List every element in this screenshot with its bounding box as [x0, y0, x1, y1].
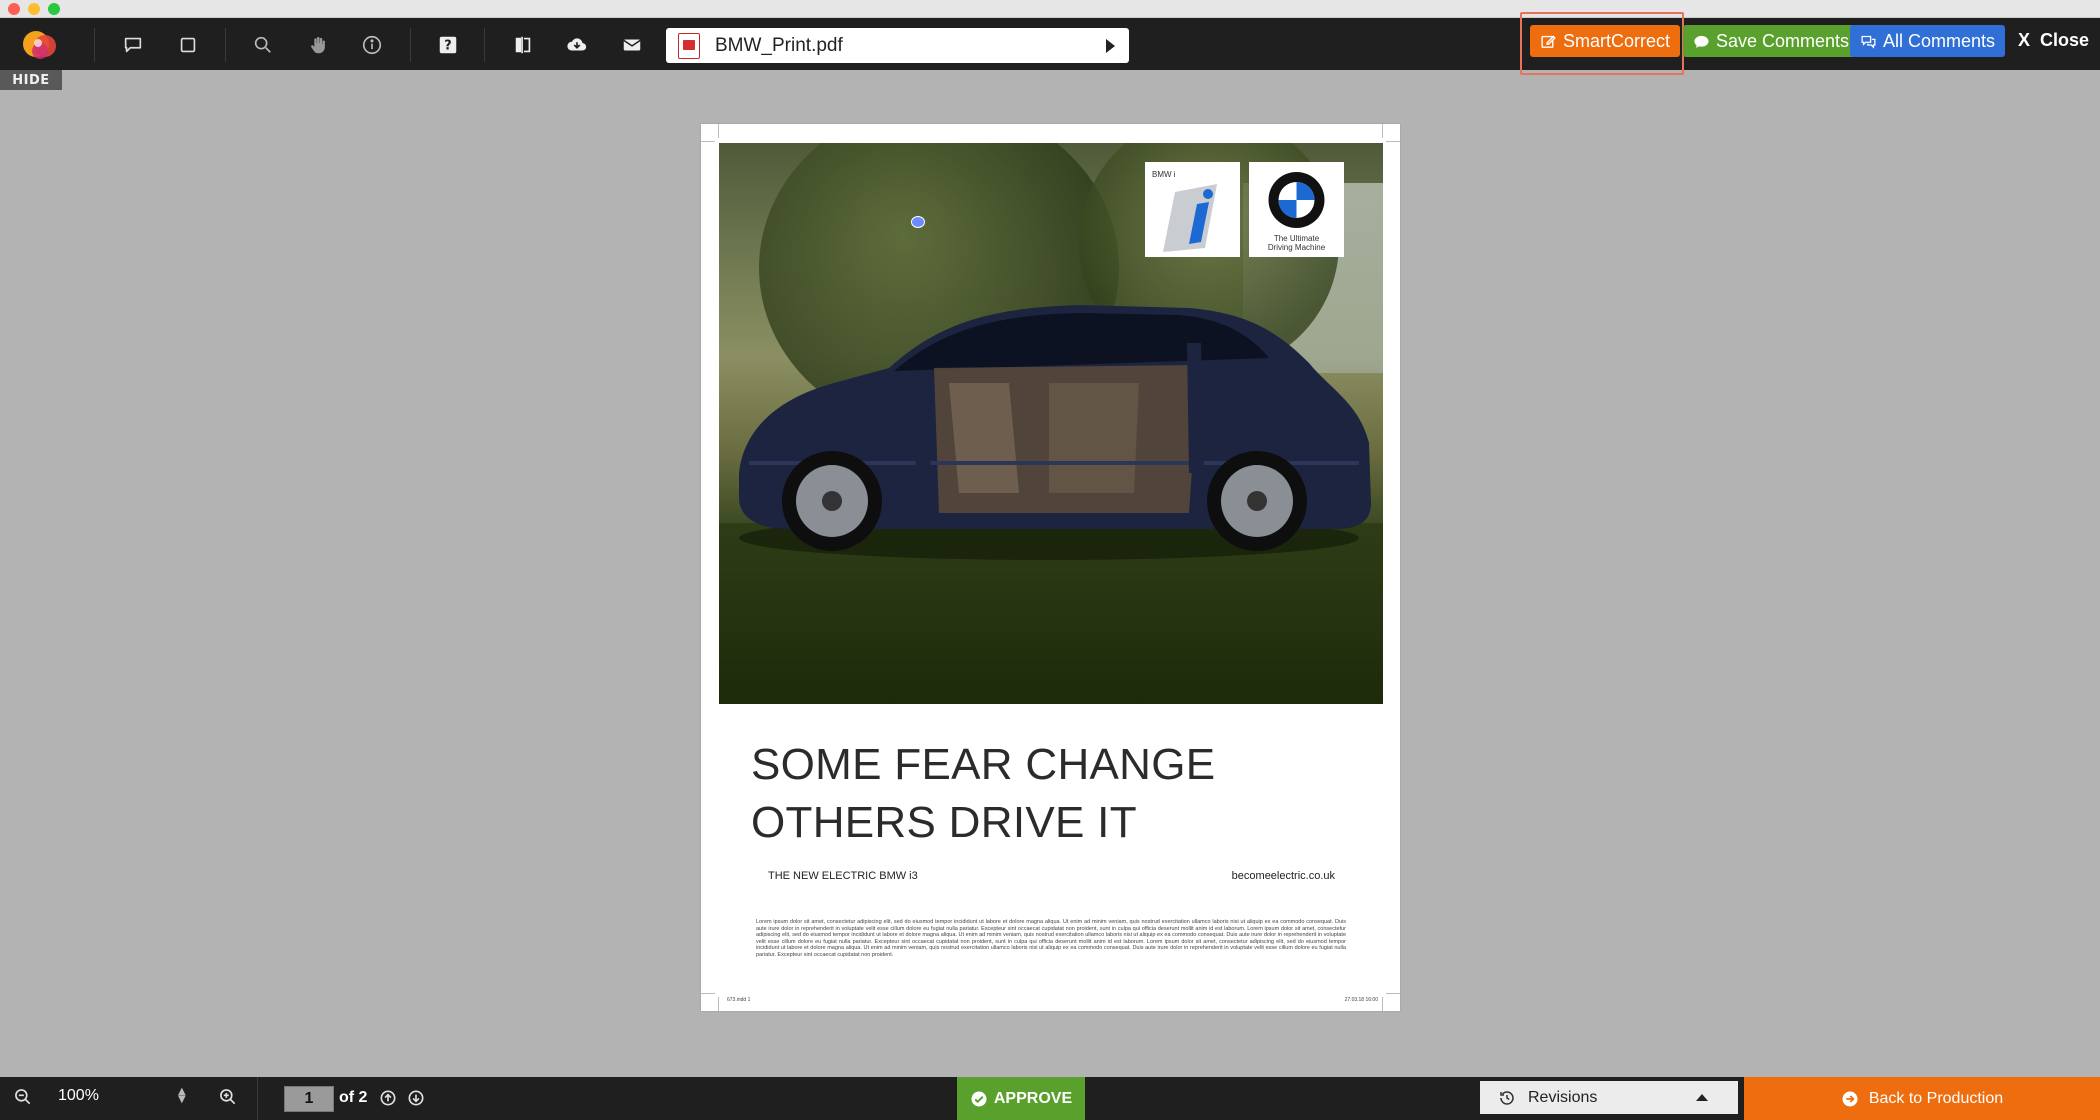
file-name: BMW_Print.pdf — [715, 34, 843, 56]
bmw-tagline: The Ultimate Driving Machine — [1249, 234, 1344, 252]
zoom-stepper-icon[interactable]: ▲ ▼ — [178, 1087, 186, 1105]
comments-icon — [1861, 35, 1876, 49]
window-minimize-dot[interactable] — [28, 3, 40, 15]
back-to-production-label: Back to Production — [1868, 1089, 2004, 1107]
print-footer-left: 673.indd 1 — [727, 997, 751, 1003]
headline-line1: SOME FEAR CHANGE — [751, 740, 1216, 789]
crop-mark — [701, 141, 715, 142]
close-button[interactable]: X Close — [2018, 30, 2089, 51]
zoom-in-icon[interactable] — [218, 1087, 238, 1111]
document-page: BMW i The Ultimate Driving Machine SOME … — [701, 124, 1400, 1011]
all-comments-button[interactable]: All Comments — [1850, 25, 2006, 57]
info-icon[interactable] — [357, 30, 387, 60]
toolbar-separator — [225, 28, 226, 62]
file-selector[interactable]: BMW_Print.pdf — [666, 28, 1129, 63]
comment-icon[interactable] — [118, 30, 148, 60]
toolbar-separator — [94, 28, 95, 62]
file-selector-arrow-icon[interactable] — [1106, 39, 1115, 53]
pdf-file-icon — [678, 32, 700, 59]
compare-icon[interactable] — [508, 30, 538, 60]
approve-button[interactable]: APPROVE — [957, 1077, 1085, 1120]
caret-up-icon — [1696, 1094, 1708, 1101]
save-comments-button[interactable]: Save Comments — [1683, 25, 1860, 57]
ad-subline-left: THE NEW ELECTRIC BMW i3 — [768, 870, 918, 882]
crop-mark — [718, 997, 719, 1011]
crop-mark — [718, 124, 719, 138]
crop-mark — [1382, 997, 1383, 1011]
back-to-production-button[interactable]: Back to Production — [1744, 1077, 2100, 1120]
save-comments-label: Save Comments — [1716, 30, 1850, 51]
page-count: of 2 — [339, 1089, 368, 1106]
window-titlebar — [0, 0, 2100, 18]
print-footer-right: 27.03.18 16:00 — [1344, 997, 1378, 1003]
crop-mark — [1386, 993, 1400, 994]
close-label: Close — [2040, 30, 2090, 50]
window-close-dot[interactable] — [8, 3, 20, 15]
comment-bubble-icon — [1694, 35, 1709, 48]
check-circle-icon — [971, 1091, 987, 1106]
bmw-roundel-logo: The Ultimate Driving Machine — [1249, 162, 1344, 257]
history-icon — [1500, 1090, 1514, 1105]
envelope-icon[interactable] — [617, 30, 647, 60]
bmw-i-mark-icon — [1163, 184, 1217, 252]
search-icon[interactable] — [248, 30, 278, 60]
cloud-download-icon[interactable] — [562, 30, 592, 60]
approve-label: APPROVE — [993, 1089, 1073, 1107]
crop-mark — [1386, 141, 1400, 142]
window-controls — [8, 3, 60, 15]
comment-pin-marker[interactable] — [911, 216, 925, 228]
toolbar-separator — [484, 28, 485, 62]
ad-body-copy: Lorem ipsum dolor sit amet, consectetur … — [756, 919, 1346, 958]
help-icon[interactable]: ? — [433, 30, 463, 60]
zoom-level[interactable]: 100% — [58, 1087, 99, 1105]
page-down-icon[interactable] — [406, 1088, 426, 1112]
smartcorrect-label: SmartCorrect — [1563, 30, 1671, 51]
ad-headline: SOME FEAR CHANGE OTHERS DRIVE IT — [751, 736, 1215, 852]
bottombar-separator — [257, 1077, 258, 1120]
bmw-tagline-line1: The Ultimate — [1273, 234, 1320, 243]
hide-panel-tab[interactable]: HIDE — [0, 70, 62, 90]
bottom-toolbar: 100% ▲ ▼ 1 of 2 APPROVE Revisions Back to… — [0, 1077, 2100, 1120]
revisions-label: Revisions — [1528, 1088, 1598, 1106]
all-comments-label: All Comments — [1883, 30, 1996, 51]
window-zoom-dot[interactable] — [48, 3, 60, 15]
page-number-input[interactable]: 1 — [284, 1086, 334, 1112]
revisions-dropdown[interactable]: Revisions — [1480, 1081, 1738, 1114]
ad-subline-right: becomeelectric.co.uk — [1231, 870, 1335, 882]
bmw-tagline-line2: Driving Machine — [1267, 243, 1326, 252]
toolbar-separator — [410, 28, 411, 62]
zoom-out-icon[interactable] — [13, 1087, 33, 1111]
hand-icon[interactable] — [303, 30, 333, 60]
arrow-circle-right-icon — [1842, 1091, 1858, 1106]
close-x-icon: X — [2018, 30, 2031, 50]
headline-line2: OTHERS DRIVE IT — [751, 798, 1137, 847]
smartcorrect-button[interactable]: SmartCorrect — [1530, 25, 1681, 57]
edit-icon — [1541, 35, 1556, 48]
crop-mark — [701, 993, 715, 994]
page-up-icon[interactable] — [378, 1088, 398, 1112]
rectangle-icon[interactable] — [173, 30, 203, 60]
app-logo-icon[interactable] — [16, 24, 66, 64]
svg-text:?: ? — [444, 39, 451, 54]
bmw-i-logo: BMW i — [1145, 162, 1240, 257]
crop-mark — [1382, 124, 1383, 138]
